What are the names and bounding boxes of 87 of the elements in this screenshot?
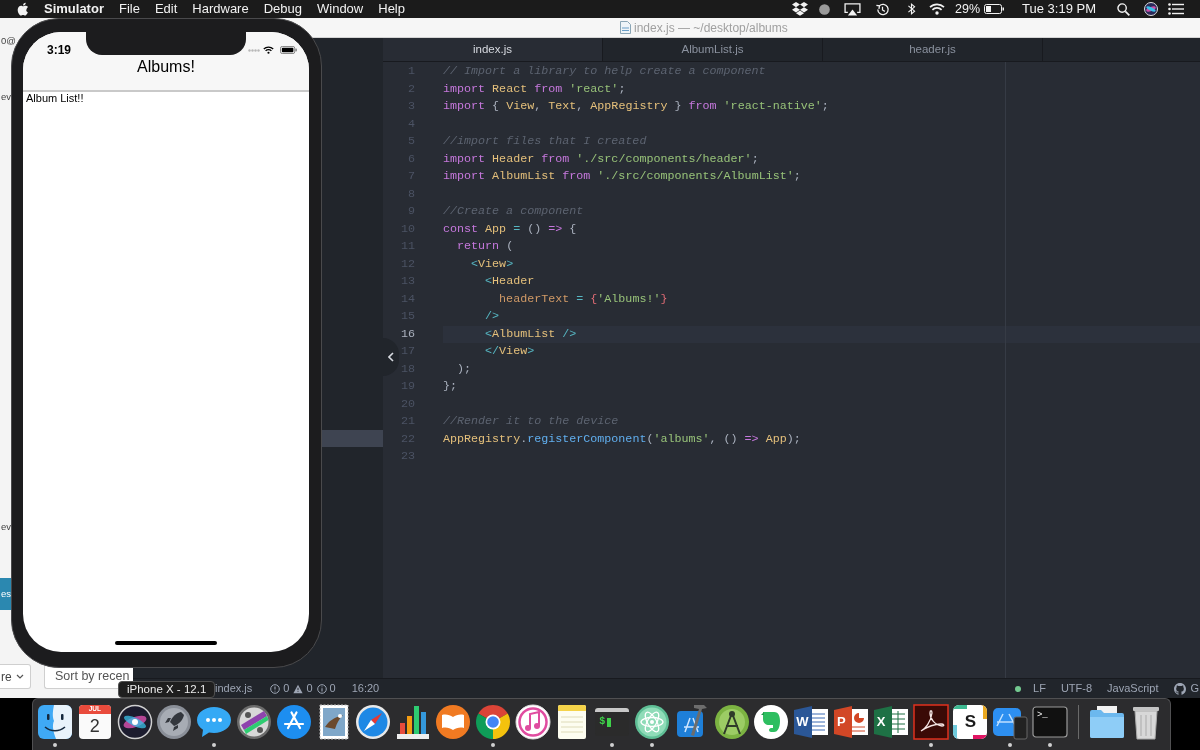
menu-item[interactable]: Debug	[263, 0, 302, 18]
menu-item[interactable]: Window	[317, 0, 364, 18]
menu-item[interactable]: File	[118, 0, 140, 18]
file-icon	[620, 21, 631, 34]
status-time: 3:19	[47, 43, 72, 57]
code-line: const App = () => {	[443, 220, 577, 238]
code-line: import AlbumList from './src/components/AlbumList';	[443, 168, 801, 185]
info-icon	[316, 683, 327, 694]
app-menu[interactable]: Simulator	[44, 0, 104, 18]
striped-disc-icon[interactable]	[236, 704, 272, 740]
code-line: AppRegistry.registerComponent('albums', () => App);	[443, 430, 801, 448]
rocket-icon[interactable]	[156, 704, 193, 740]
music-note-icon[interactable]	[514, 704, 551, 740]
speech-bubble-icon[interactable]	[196, 704, 233, 740]
info-count: 0	[329, 682, 336, 695]
error-count: 0	[283, 682, 290, 695]
grammar-selector[interactable]: JavaScript	[1107, 682, 1159, 695]
tab[interactable]: index.js	[383, 38, 603, 61]
folder-icon[interactable]	[1088, 704, 1125, 740]
warning-count: 0	[306, 682, 313, 695]
signal-dots-icon	[248, 48, 260, 52]
code-line: //import files that I created	[443, 133, 647, 150]
warning-icon	[293, 683, 304, 694]
code-line: />	[484, 308, 500, 325]
code-line: headerText = {'Albums!'}	[498, 290, 668, 308]
circle-icon[interactable]	[819, 3, 830, 15]
code-line: // Import a library to help create a component	[443, 63, 766, 80]
list-text: Album List!!	[26, 92, 84, 104]
code-line: return (	[456, 238, 514, 255]
bluetooth-icon[interactable]	[907, 2, 916, 16]
code-line: import Header from './src/components/header';	[443, 150, 759, 168]
chevron-down-icon	[15, 674, 24, 679]
code-line: );	[456, 360, 472, 378]
alert-circle-icon	[270, 683, 281, 694]
tooltip: iPhone X - 12.1	[118, 681, 216, 698]
code-line: <Header	[484, 273, 535, 290]
code-line: //Render it to the device	[443, 413, 619, 430]
github-label[interactable]: G	[1190, 682, 1199, 695]
swirl-logo-icon[interactable]	[912, 704, 949, 740]
code-line: </View>	[484, 343, 535, 360]
orb-icon[interactable]	[116, 704, 153, 740]
chevron-left-icon	[388, 352, 394, 362]
s-tile-icon[interactable]: S	[952, 704, 989, 740]
partial-label: ev	[1, 91, 12, 103]
search-icon[interactable]	[1117, 2, 1130, 16]
apple-icon[interactable]	[17, 2, 29, 16]
open-book-icon[interactable]	[434, 704, 471, 740]
blob-logo-icon[interactable]	[753, 704, 790, 740]
window-title: index.js — ~/desktop/albums	[634, 20, 788, 35]
wifi-icon[interactable]	[929, 3, 945, 15]
list-icon[interactable]	[1168, 3, 1184, 15]
menu-item[interactable]: Edit	[154, 0, 178, 18]
line-ending[interactable]: LF	[1033, 682, 1046, 695]
partial-label: 0@	[1, 35, 16, 47]
drafting-compass-icon[interactable]	[713, 704, 750, 740]
menu-item[interactable]: Help	[378, 0, 405, 18]
clock-arrow-icon[interactable]	[875, 1, 890, 17]
file-encoding[interactable]: UTF-8	[1060, 682, 1093, 695]
menu-item[interactable]: Hardware	[192, 0, 249, 18]
terminal-icon[interactable]: >_	[1031, 704, 1068, 740]
battery-percent: 29%	[955, 1, 981, 18]
code-line: import { View, Text, AppRegistry } from 'react-native';	[443, 98, 829, 115]
cursor-position[interactable]: 16:20	[351, 682, 380, 695]
segmented-circle-icon[interactable]	[474, 704, 511, 740]
screen-mirror-icon[interactable]	[844, 2, 861, 16]
line-number: 16	[400, 325, 415, 343]
code-line: import React from 'react';	[443, 80, 626, 98]
a-symbol-icon[interactable]	[275, 704, 312, 740]
smiling-face-icon[interactable]	[37, 704, 73, 740]
cat-logo-icon[interactable]	[1174, 682, 1187, 695]
compass-icon[interactable]	[355, 704, 392, 740]
status-file-name[interactable]: index.js	[215, 682, 253, 695]
atom-icon[interactable]	[633, 704, 670, 740]
dropdown[interactable]: re	[0, 664, 31, 689]
action-button[interactable]: es	[0, 578, 12, 610]
partial-label: ev	[1, 521, 12, 533]
battery-icon	[280, 46, 297, 54]
battery-icon[interactable]	[984, 4, 1005, 14]
code-line: };	[443, 378, 458, 395]
orb-icon[interactable]	[1144, 2, 1158, 16]
header-title: Albums!	[137, 57, 195, 77]
panel-toggle-button[interactable]	[383, 338, 399, 376]
wifi-icon	[263, 46, 274, 54]
diamonds-logo-icon[interactable]	[792, 2, 808, 16]
menu-clock[interactable]: Tue 3:19 PM	[1022, 0, 1096, 18]
code-line: <View>	[470, 255, 514, 273]
bar-chart-icon[interactable]	[395, 704, 432, 740]
